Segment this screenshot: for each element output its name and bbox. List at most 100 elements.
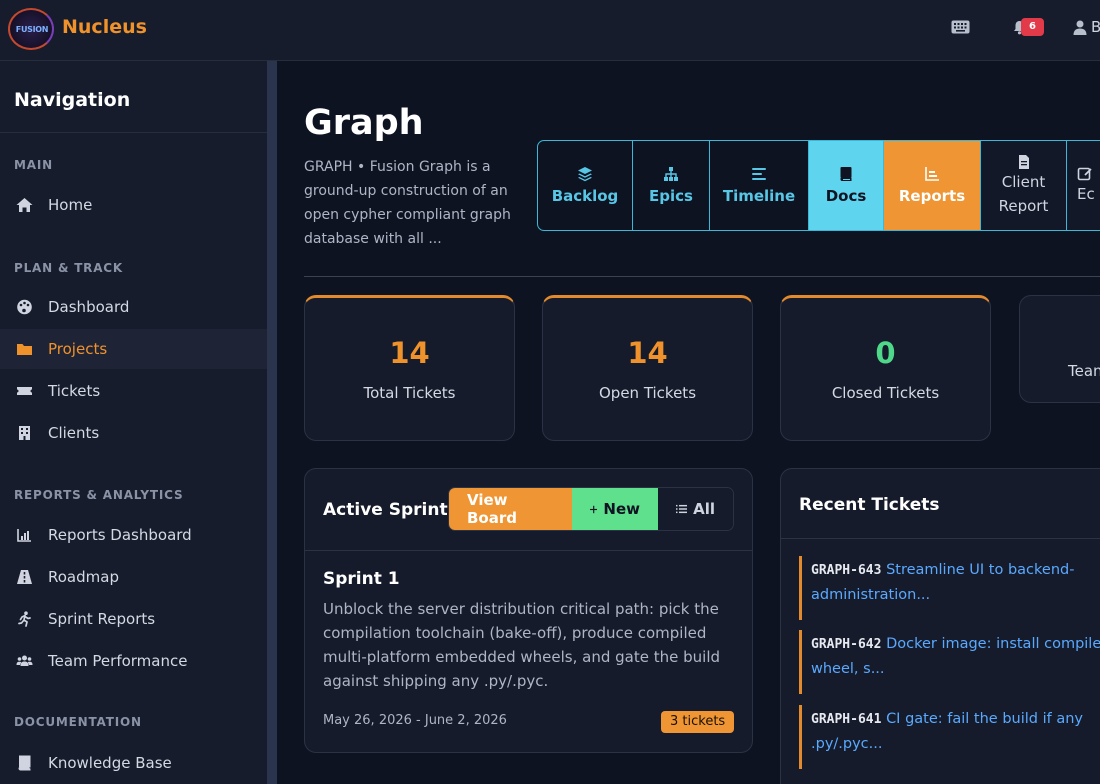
sidebar-item-label: Sprint Reports xyxy=(48,610,156,628)
ticket-id: GRAPH-641 xyxy=(811,712,882,727)
road-icon xyxy=(17,570,32,584)
new-sprint-item-button[interactable]: New xyxy=(572,488,658,530)
sidebar-item-label: Tickets xyxy=(48,382,101,400)
sprint-dates: May 26, 2026 - June 2, 2026 xyxy=(323,713,507,728)
palette-icon xyxy=(17,299,32,315)
ticket-text[interactable]: GRAPH-643 Streamline UI to backend-admin… xyxy=(811,558,1100,607)
tab-docs[interactable]: Docs xyxy=(809,141,884,230)
user-name[interactable]: B xyxy=(1091,18,1100,36)
tab-edit[interactable]: Ec xyxy=(1067,141,1100,230)
home-icon xyxy=(16,198,33,212)
list-icon xyxy=(676,504,688,514)
tab-label: Ec xyxy=(1077,184,1095,203)
recent-tickets-title: Recent Tickets xyxy=(799,495,940,515)
active-sprint-header: Active Sprint View Board New All xyxy=(305,469,752,551)
stat-card-teams: Tean xyxy=(1019,295,1100,403)
view-board-button[interactable]: View Board xyxy=(449,488,572,530)
sidebar-heading: Navigation xyxy=(14,89,131,111)
logo-text: FUSION xyxy=(15,25,49,34)
sprint-ticket-count-badge: 3 tickets xyxy=(661,711,735,733)
ticket-text[interactable]: GRAPH-641 CI gate: fail the build if any… xyxy=(811,707,1100,756)
active-sprint-title: Active Sprint xyxy=(323,500,448,520)
hierarchy-icon xyxy=(664,167,678,181)
layers-icon xyxy=(578,167,592,182)
sidebar-item-label: Team Performance xyxy=(48,652,188,670)
tab-client-report[interactable]: Client Report xyxy=(981,141,1067,230)
book-icon xyxy=(840,167,852,181)
recent-tickets-header: Recent Tickets xyxy=(781,469,1100,539)
all-button-label: All xyxy=(693,500,715,518)
new-button-label: New xyxy=(603,500,640,518)
book-icon xyxy=(18,755,31,771)
project-tabs: Backlog Epics Timeline Docs Reports Clie… xyxy=(537,140,1100,231)
stat-label: Total Tickets xyxy=(363,384,456,402)
user-icon[interactable] xyxy=(1073,20,1087,35)
brand-name[interactable]: Nucleus xyxy=(62,16,147,38)
sidebar-item-label: Home xyxy=(48,196,93,214)
ticket-item[interactable]: GRAPH-642 Docker image: install compile … xyxy=(799,630,1100,694)
sidebar-item-clients[interactable]: Clients xyxy=(0,413,267,453)
sidebar-item-roadmap[interactable]: Roadmap xyxy=(0,557,267,597)
ticket-id: GRAPH-642 xyxy=(811,637,882,652)
sidebar-item-label: Roadmap xyxy=(48,568,119,586)
project-description: GRAPH • Fusion Graph is a ground-up cons… xyxy=(304,159,511,247)
file-icon xyxy=(1018,154,1029,169)
section-divider xyxy=(304,276,1100,277)
logo[interactable]: FUSION xyxy=(8,8,54,50)
sidebar-item-home[interactable]: Home xyxy=(0,185,267,225)
sidebar-item-label: Reports Dashboard xyxy=(48,526,192,544)
stat-value: 14 xyxy=(389,336,430,370)
ticket-icon xyxy=(17,387,32,395)
ticket-item[interactable]: GRAPH-641 CI gate: fail the build if any… xyxy=(799,705,1100,769)
sprint-action-buttons: View Board New All xyxy=(448,487,734,531)
runner-icon xyxy=(18,611,31,627)
stat-label: Open Tickets xyxy=(598,384,697,402)
top-bar: FUSION Nucleus 6 B xyxy=(0,0,1100,61)
tab-label: Docs xyxy=(825,187,867,205)
sidebar-item-label: Knowledge Base xyxy=(48,754,172,772)
stat-card-total-tickets: 14 Total Tickets xyxy=(304,295,515,441)
sidebar-item-projects[interactable]: Projects xyxy=(0,329,267,369)
tab-timeline[interactable]: Timeline xyxy=(710,141,809,230)
sidebar-item-label: Projects xyxy=(48,340,108,358)
tab-epics[interactable]: Epics xyxy=(633,141,710,230)
sidebar-item-dashboard[interactable]: Dashboard xyxy=(0,287,267,327)
sidebar-item-reports-dashboard[interactable]: Reports Dashboard xyxy=(0,515,267,555)
page-title: Graph xyxy=(304,103,424,143)
tab-label: Reports xyxy=(898,187,966,205)
sidebar-item-sprint-reports[interactable]: Sprint Reports xyxy=(0,599,267,639)
active-sprint-panel: Active Sprint View Board New All Sprint … xyxy=(304,468,753,753)
stat-value: 14 xyxy=(627,336,668,370)
chart-icon xyxy=(925,167,939,181)
sprint-name[interactable]: Sprint 1 xyxy=(323,569,400,589)
tab-reports[interactable]: Reports xyxy=(884,141,981,230)
stat-label: Closed Tickets xyxy=(831,384,940,402)
tab-backlog[interactable]: Backlog xyxy=(538,141,633,230)
ticket-item[interactable]: GRAPH-643 Streamline UI to backend-admin… xyxy=(799,556,1100,620)
sidebar-item-team-performance[interactable]: Team Performance xyxy=(0,641,267,681)
ticket-text[interactable]: GRAPH-642 Docker image: install compile … xyxy=(811,632,1100,681)
all-sprints-button[interactable]: All xyxy=(658,488,733,530)
keyboard-icon[interactable] xyxy=(951,20,970,34)
list-icon xyxy=(752,168,766,180)
stat-value: 0 xyxy=(875,336,896,370)
plus-icon xyxy=(590,505,598,513)
sidebar-item-label: Clients xyxy=(48,424,100,442)
folder-icon xyxy=(17,344,32,355)
recent-tickets-panel: Recent Tickets GRAPH-643 Streamline UI t… xyxy=(780,468,1100,784)
building-icon xyxy=(19,426,30,440)
sidebar-item-knowledge-base[interactable]: Knowledge Base xyxy=(0,743,267,783)
notification-count-badge: 6 xyxy=(1021,18,1044,36)
stat-card-open-tickets: 14 Open Tickets xyxy=(542,295,753,441)
sprint-description: Unblock the server distribution critical… xyxy=(323,600,721,690)
sidebar: Navigation MAIN Home PLAN & TRACK Dashbo… xyxy=(0,61,267,784)
chart-icon xyxy=(17,529,31,542)
tab-label: Epics xyxy=(649,187,693,205)
tab-label: Client Report xyxy=(998,172,1049,215)
tab-label: Timeline xyxy=(722,187,796,205)
tab-label: Backlog xyxy=(551,187,619,205)
section-label-plan-track: PLAN & TRACK xyxy=(14,261,124,275)
sidebar-scrollbar[interactable] xyxy=(267,61,277,784)
sidebar-item-tickets[interactable]: Tickets xyxy=(0,371,267,411)
sidebar-item-label: Dashboard xyxy=(48,298,130,316)
